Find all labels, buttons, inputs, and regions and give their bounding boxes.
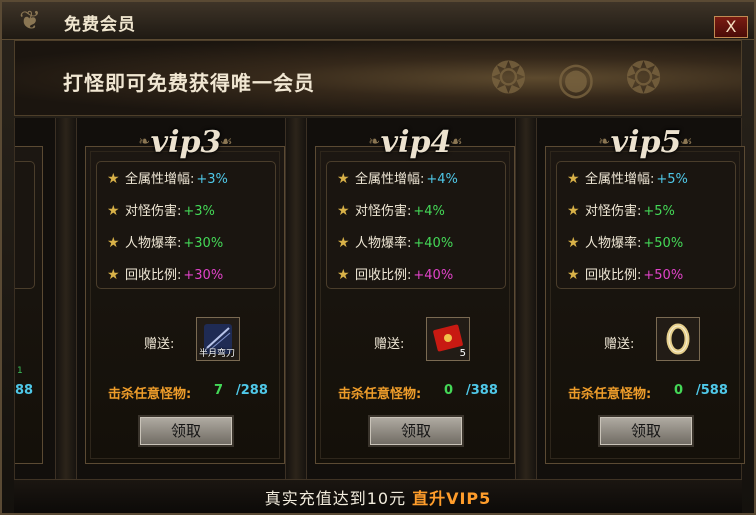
stats-panel: ★ 全属性增幅: +3% ★ 对怪伤害: +3% ★ 人物爆率: +30% ★ 回收比例: +3… [96, 161, 276, 289]
star-icon: ★ [337, 203, 350, 219]
stat-row: ★ 人物爆率: +50% [567, 232, 683, 254]
wing-right-icon: ☙ [450, 134, 463, 150]
item-caption: 半月弯刀 [199, 349, 236, 359]
star-icon: ★ [567, 267, 580, 283]
star-icon: ★ [107, 171, 120, 187]
footer: 真实充值达到10元 直升VIP5 [14, 479, 742, 513]
stat-row: ★ 全属性增幅: +5% [567, 168, 688, 190]
star-icon: ★ [107, 235, 120, 251]
upgrade-vip5-link[interactable]: 直升VIP5 [412, 489, 491, 508]
vip5-card: ❧ vip5 ☙ ★ 全属性增幅: +5% ★ 对怪伤害: +5% ★ 人物爆率: +50%… [545, 125, 745, 464]
banner: ❂ ◉ ❂ 打怪即可免费获得唯一会员 [14, 40, 742, 116]
star-icon: ★ [107, 203, 120, 219]
window-title: 免费会员 [64, 15, 136, 35]
close-button[interactable]: X [714, 16, 748, 38]
vip3-card: ❧ vip3 ☙ ★ 全属性增幅: +3% ★ 对怪伤害: +3% ★ 人物爆率: +30%… [85, 125, 285, 464]
stats-panel: ★ 全属性增幅: +4% ★ 对怪伤害: +4% ★ 人物爆率: +40% ★ 回收比例: +4… [326, 161, 506, 289]
kill-max: /588 [696, 383, 728, 398]
star-icon: ★ [567, 203, 580, 219]
vip2-card-partial: 1 88 [15, 146, 43, 464]
gift-label: 赠送: [604, 337, 635, 352]
pillar-divider [55, 118, 77, 479]
stat-row: ★ 全属性增幅: +3% [107, 168, 228, 190]
item-quantity: 5 [459, 348, 466, 359]
wing-right-icon: ☙ [680, 134, 693, 150]
vip-card-area: 1 88 ❧ vip3 ☙ ★ 全属性增幅: +3% ★ 对怪伤害: +3% ★ 人物爆率… [14, 118, 745, 479]
star-icon: ★ [337, 267, 350, 283]
gold-bracelet-icon [661, 322, 695, 356]
footer-text: 真实充值达到10元 直升VIP5 [264, 489, 492, 508]
free-vip-window: ❦ 免费会员 X ❂ ◉ ❂ 打怪即可免费获得唯一会员 1 88 ❧ vip3 … [0, 0, 756, 515]
stat-row: ★ 全属性增幅: +4% [337, 168, 458, 190]
banner-text: 打怪即可免费获得唯一会员 [63, 71, 315, 95]
kill-max: 88 [15, 383, 34, 398]
kill-current: 7 [214, 383, 224, 398]
gift-item-slot[interactable] [656, 317, 700, 361]
gift-label: 赠送: [144, 337, 175, 352]
stats-panel [15, 161, 35, 289]
stat-row: ★ 回收比例: +30% [107, 264, 223, 286]
list-tag: 1 [17, 366, 23, 376]
stat-row: ★ 人物爆率: +40% [337, 232, 453, 254]
stat-row: ★ 回收比例: +40% [337, 264, 453, 286]
kill-progress: 击杀任意怪物: 0 /388 [338, 383, 498, 402]
claim-button[interactable]: 领取 [598, 415, 694, 447]
kill-current: 0 [674, 383, 684, 398]
kill-max: /288 [236, 383, 268, 398]
star-icon: ★ [337, 235, 350, 251]
star-icon: ★ [337, 171, 350, 187]
stat-row: ★ 人物爆率: +30% [107, 232, 223, 254]
kill-current: 0 [444, 383, 454, 398]
claim-button[interactable]: 领取 [368, 415, 464, 447]
dragon-banner-icon: ❂ ◉ ❂ [489, 53, 671, 104]
kill-progress: 击杀任意怪物: 0 /588 [568, 383, 728, 402]
pillar-divider [285, 118, 307, 479]
gift-label: 赠送: [374, 337, 405, 352]
dragon-ornament-icon: ❦ [19, 6, 41, 36]
wing-right-icon: ☙ [220, 134, 233, 150]
star-icon: ★ [567, 235, 580, 251]
kill-max: /388 [466, 383, 498, 398]
star-icon: ★ [107, 267, 120, 283]
stat-row: ★ 对怪伤害: +3% [107, 200, 215, 222]
title-bar[interactable]: ❦ 免费会员 X [2, 2, 754, 40]
pillar-divider [515, 118, 537, 479]
stats-panel: ★ 全属性增幅: +5% ★ 对怪伤害: +5% ★ 人物爆率: +50% ★ 回收比例: +5… [556, 161, 736, 289]
gift-item-slot[interactable]: 5 [426, 317, 470, 361]
vip4-card: ❧ vip4 ☙ ★ 全属性增幅: +4% ★ 对怪伤害: +4% ★ 人物爆率: +40%… [315, 125, 515, 464]
gift-item-slot[interactable]: 半月弯刀 [196, 317, 240, 361]
stat-row: ★ 对怪伤害: +5% [567, 200, 675, 222]
stat-row: ★ 对怪伤害: +4% [337, 200, 445, 222]
claim-button[interactable]: 领取 [138, 415, 234, 447]
stat-row: ★ 回收比例: +50% [567, 264, 683, 286]
kill-progress: 击杀任意怪物: 7 /288 [108, 383, 268, 402]
star-icon: ★ [567, 171, 580, 187]
